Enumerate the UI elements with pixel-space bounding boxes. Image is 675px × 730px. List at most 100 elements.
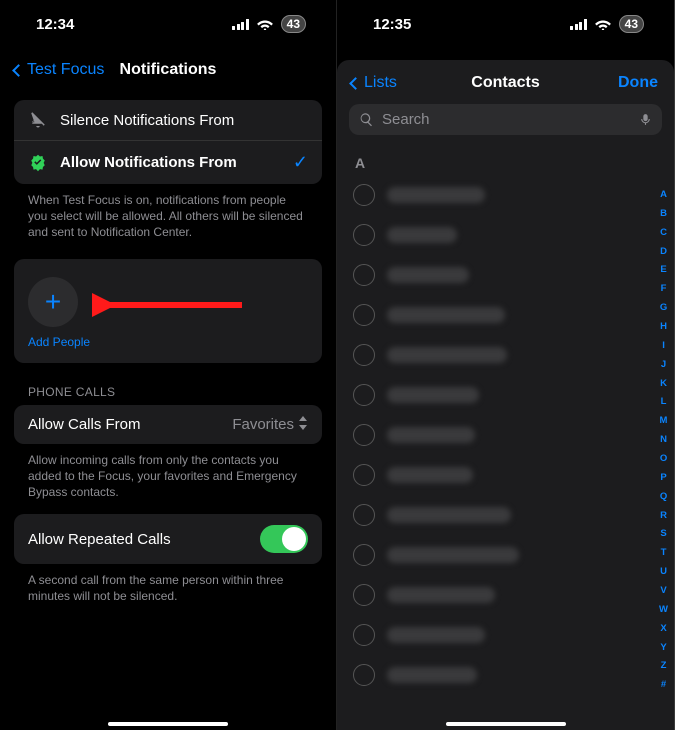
contact-name-redacted [387,227,457,243]
done-button[interactable]: Done [618,74,658,92]
contact-name-redacted [387,667,477,683]
sheet-title: Contacts [471,74,539,92]
allow-notifications-row[interactable]: Allow Notifications From ✓ [14,140,322,184]
cellular-icon [570,19,587,30]
index-letter[interactable]: C [659,228,668,238]
radio-unchecked[interactable] [353,224,375,246]
status-bar: 12:35 43 [337,0,674,48]
contacts-sheet: Lists Contacts Done A ABCDEFGHIJKLMNOPQR… [337,60,674,730]
back-button[interactable]: Test Focus [14,61,104,79]
radio-unchecked[interactable] [353,544,375,566]
contact-row[interactable] [341,375,646,415]
contact-row[interactable] [341,295,646,335]
index-letter[interactable]: X [659,624,668,634]
radio-unchecked[interactable] [353,664,375,686]
contact-name-redacted [387,347,507,363]
radio-unchecked[interactable] [353,504,375,526]
index-letter[interactable]: M [659,416,668,426]
index-letter[interactable]: Q [659,492,668,502]
repeated-calls-toggle[interactable] [260,525,308,553]
index-letter[interactable]: J [659,360,668,370]
checkmark-icon: ✓ [293,152,308,173]
allow-calls-value: Favorites [232,416,294,433]
index-letter[interactable]: U [659,567,668,577]
index-letter[interactable]: Z [659,661,668,671]
index-letter[interactable]: Y [659,643,668,653]
index-letter[interactable]: W [659,605,668,615]
index-letter[interactable]: L [659,397,668,407]
allow-label: Allow Notifications From [60,154,237,171]
battery-icon: 43 [281,15,306,33]
repeated-calls-description: A second call from the same person withi… [14,564,322,618]
contact-name-redacted [387,547,519,563]
home-indicator[interactable] [108,722,228,726]
home-indicator[interactable] [446,722,566,726]
index-letter[interactable]: A [659,190,668,200]
chevron-left-icon [12,64,25,77]
index-letter[interactable]: I [659,341,668,351]
contact-name-redacted [387,187,485,203]
clock: 12:34 [36,16,74,33]
alphabet-index[interactable]: ABCDEFGHIJKLMNOPQRSTUVWXYZ # [659,190,672,690]
annotation-arrow [92,291,242,319]
contact-list[interactable] [337,175,674,730]
mode-description: When Test Focus is on, notifications fro… [14,184,322,255]
radio-unchecked[interactable] [353,464,375,486]
contact-row[interactable] [341,655,646,695]
index-letter[interactable]: O [659,454,668,464]
index-letter[interactable]: G [659,303,668,313]
search-bar[interactable] [349,104,662,135]
search-input[interactable] [382,111,631,128]
radio-unchecked[interactable] [353,424,375,446]
radio-unchecked[interactable] [353,304,375,326]
page-title: Notifications [120,61,217,79]
allow-calls-row[interactable]: Allow Calls From Favorites [14,405,322,444]
index-letter[interactable]: E [659,265,668,275]
contact-row[interactable] [341,335,646,375]
radio-unchecked[interactable] [353,264,375,286]
contact-row[interactable] [341,175,646,215]
contact-row[interactable] [341,215,646,255]
radio-unchecked[interactable] [353,184,375,206]
contact-row[interactable] [341,615,646,655]
contact-name-redacted [387,307,505,323]
index-letter[interactable]: H [659,322,668,332]
bell-slash-icon [28,111,48,129]
index-letter[interactable]: B [659,209,668,219]
mic-icon[interactable] [639,111,652,128]
add-people-button[interactable]: + [28,277,78,327]
cellular-icon [232,19,249,30]
radio-unchecked[interactable] [353,584,375,606]
index-letter[interactable]: T [659,548,668,558]
add-people-card: + Add People [14,259,322,363]
contact-row[interactable] [341,535,646,575]
contact-row[interactable] [341,495,646,535]
contact-row[interactable] [341,575,646,615]
nav-bar: Test Focus Notifications [0,48,336,92]
index-letter[interactable]: R [659,511,668,521]
index-letter[interactable]: K [659,379,668,389]
contact-row[interactable] [341,415,646,455]
silence-notifications-row[interactable]: Silence Notifications From [14,100,322,140]
radio-unchecked[interactable] [353,344,375,366]
contact-row[interactable] [341,455,646,495]
radio-unchecked[interactable] [353,624,375,646]
index-letter[interactable]: P [659,473,668,483]
contact-name-redacted [387,427,475,443]
contact-name-redacted [387,387,479,403]
allow-calls-card: Allow Calls From Favorites [14,405,322,444]
status-indicators: 43 [570,15,644,33]
index-letter[interactable]: N [659,435,668,445]
clock: 12:35 [373,16,411,33]
lists-back-button[interactable]: Lists [351,74,397,92]
index-letter[interactable]: S [659,529,668,539]
badge-check-icon [28,154,48,172]
index-letter[interactable]: D [659,247,668,257]
radio-unchecked[interactable] [353,384,375,406]
index-letter[interactable]: F [659,284,668,294]
silence-label: Silence Notifications From [60,112,234,129]
repeated-calls-card: Allow Repeated Calls [14,514,322,564]
index-letter[interactable]: V [659,586,668,596]
index-letter[interactable]: # [659,680,668,690]
contact-row[interactable] [341,255,646,295]
